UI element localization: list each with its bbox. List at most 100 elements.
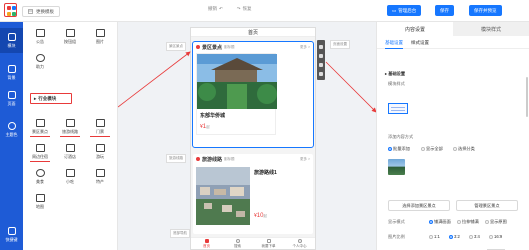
bed-icon bbox=[65, 143, 75, 152]
component-book-hotel[interactable]: 订酒店 bbox=[55, 139, 85, 164]
nav-item-background[interactable]: 背景 bbox=[0, 60, 23, 85]
highlight-underline bbox=[60, 136, 80, 137]
display-style-option-0[interactable]: 铺满画面 bbox=[429, 219, 451, 225]
specialty-icon bbox=[95, 168, 105, 177]
radio-label: 3:4 bbox=[474, 234, 480, 239]
component-panel: 公告 按钮组 图片 助力 ▸ 行业模块 景区景点 旅游线路 门票 周边住宿 订酒… bbox=[23, 22, 118, 250]
button-group-icon bbox=[65, 28, 75, 37]
nav-label: 页面 bbox=[7, 100, 16, 106]
editor-canvas: 景区景点 旅游线路 底部导航 页面设置 首页 景区景点 副标题 更多 > 东部华… bbox=[118, 22, 376, 250]
choose-attraction-button[interactable]: 选择添加景区景点 bbox=[388, 200, 450, 211]
hotel-icon bbox=[35, 143, 45, 152]
display-style-option-1[interactable]: 拉伸铺满 bbox=[457, 219, 479, 225]
nav-item-module[interactable]: 模块 bbox=[0, 28, 23, 53]
food-icon bbox=[35, 168, 45, 177]
component-snack[interactable]: 小吃 bbox=[55, 164, 85, 189]
left-nav: 模块 背景 页面 主题色 快捷键 bbox=[0, 22, 23, 250]
nav-item-shortcut[interactable]: 快捷键 bbox=[0, 222, 23, 247]
component-boost[interactable]: 助力 bbox=[25, 49, 55, 74]
display-style-option-2[interactable]: 显示原图 bbox=[485, 219, 507, 225]
panel-scrollbar[interactable] bbox=[526, 77, 528, 117]
component-label: 游玩 bbox=[96, 153, 104, 159]
tab-content-settings[interactable]: 内容设置 bbox=[377, 22, 453, 36]
basic-settings-header[interactable]: ▸ 基础设置 bbox=[385, 71, 405, 77]
component-food[interactable]: 美食 bbox=[25, 164, 55, 189]
component-label: 景区景点 bbox=[32, 128, 48, 134]
nav-item-theme[interactable]: 主题色 bbox=[0, 117, 23, 142]
component-label: 门票 bbox=[96, 128, 104, 134]
tab-module-style[interactable]: 模块样式 bbox=[453, 22, 529, 36]
redo-icon: ↷ bbox=[236, 6, 241, 11]
subtab-style[interactable]: 样式设置 bbox=[411, 40, 429, 49]
map-icon bbox=[35, 193, 45, 202]
component-label: 订酒店 bbox=[64, 153, 76, 159]
component-button-group[interactable]: 按钮组 bbox=[55, 24, 85, 49]
radio-label: 铺满画面 bbox=[434, 219, 451, 224]
component-attraction[interactable]: 景区景点 bbox=[25, 114, 55, 139]
component-grid-top: 公告 按钮组 图片 助力 bbox=[25, 24, 116, 74]
ticket-icon bbox=[95, 118, 105, 127]
change-template-label: 更换模板 bbox=[36, 8, 54, 14]
industry-section-title[interactable]: ▸ 行业模块 bbox=[30, 93, 72, 104]
logo-icon bbox=[4, 3, 17, 17]
play-icon bbox=[95, 143, 105, 152]
style-template-option[interactable] bbox=[388, 103, 408, 114]
subtab-basic[interactable]: 基础设置 bbox=[385, 40, 403, 49]
undo-button[interactable]: 撤销 ↶ bbox=[208, 6, 223, 12]
ratio-option-0[interactable]: 1:1 bbox=[429, 234, 440, 239]
component-image[interactable]: 图片 bbox=[85, 24, 115, 49]
component-ticket[interactable]: 门票 bbox=[85, 114, 115, 139]
add-method-option-0[interactable]: 批量添加 bbox=[388, 146, 410, 152]
save-label: 保存 bbox=[440, 7, 449, 13]
component-play[interactable]: 游玩 bbox=[85, 139, 115, 164]
undo-icon: ↶ bbox=[219, 6, 223, 11]
manage-backend-label: 管理后台 bbox=[398, 7, 417, 13]
nav-label: 背景 bbox=[7, 74, 16, 80]
save-preview-button[interactable]: 保存并预览 bbox=[469, 5, 502, 16]
ratio-option-1[interactable]: 3:2 bbox=[449, 234, 460, 239]
top-bar: 更换模板 撤销 ↶ ↷ 恢复 ▭ 管理后台 保存 保存并预览 bbox=[0, 0, 529, 22]
component-label: 地图 bbox=[36, 203, 44, 209]
background-icon bbox=[7, 64, 16, 73]
add-method-option-2[interactable]: 选择分类 bbox=[453, 146, 475, 152]
undo-label: 撤销 bbox=[208, 6, 217, 11]
attraction-icon bbox=[35, 118, 45, 127]
add-method-option-1[interactable]: 显示全部 bbox=[421, 146, 443, 152]
module-icon bbox=[7, 32, 16, 41]
change-template-button[interactable]: 更换模板 bbox=[22, 6, 60, 17]
ratio-option-2[interactable]: 3:4 bbox=[469, 234, 480, 239]
component-label: 小吃 bbox=[66, 178, 74, 184]
redo-button[interactable]: ↷ 恢复 bbox=[237, 6, 252, 12]
radio-selected bbox=[429, 219, 433, 224]
ratio-option-3[interactable]: 16:9 bbox=[489, 234, 502, 239]
save-button[interactable]: 保存 bbox=[435, 5, 454, 16]
component-notice[interactable]: 公告 bbox=[25, 24, 55, 49]
component-hotel[interactable]: 周边住宿 bbox=[25, 139, 55, 164]
component-label: 周边住宿 bbox=[32, 153, 48, 159]
component-label: 特产 bbox=[96, 178, 104, 184]
selected-attraction-thumbnail[interactable] bbox=[388, 159, 405, 175]
radio-label: 1:1 bbox=[434, 234, 440, 239]
component-specialty[interactable]: 特产 bbox=[85, 164, 115, 189]
template-icon bbox=[28, 9, 33, 14]
radio-unselected bbox=[421, 146, 425, 151]
radio-label: 选择分类 bbox=[458, 146, 475, 151]
undo-redo-group: 撤销 ↶ ↷ 恢复 bbox=[208, 6, 252, 12]
manage-attraction-button[interactable]: 管理景区景点 bbox=[456, 200, 518, 211]
component-label: 公告 bbox=[36, 38, 44, 44]
manage-backend-button[interactable]: ▭ 管理后台 bbox=[387, 5, 422, 16]
radio-label: 显示全部 bbox=[426, 146, 443, 151]
component-label: 美食 bbox=[36, 178, 44, 184]
monitor-icon: ▭ bbox=[392, 7, 397, 13]
component-route[interactable]: 旅游线路 bbox=[55, 114, 85, 139]
nav-item-page[interactable]: 页面 bbox=[0, 86, 23, 111]
redo-label: 恢复 bbox=[242, 6, 252, 11]
radio-selected bbox=[388, 146, 392, 151]
component-grid-industry: 景区景点 旅游线路 门票 周边住宿 订酒店 游玩 美食 小吃 特产 地图 bbox=[25, 114, 116, 214]
radio-unselected bbox=[453, 146, 457, 151]
component-label: 按钮组 bbox=[64, 38, 76, 44]
annotation-arrows bbox=[118, 51, 376, 113]
component-map[interactable]: 地图 bbox=[25, 189, 55, 214]
section-title-label: 行业模块 bbox=[38, 95, 57, 101]
radio-unselected bbox=[485, 219, 489, 224]
